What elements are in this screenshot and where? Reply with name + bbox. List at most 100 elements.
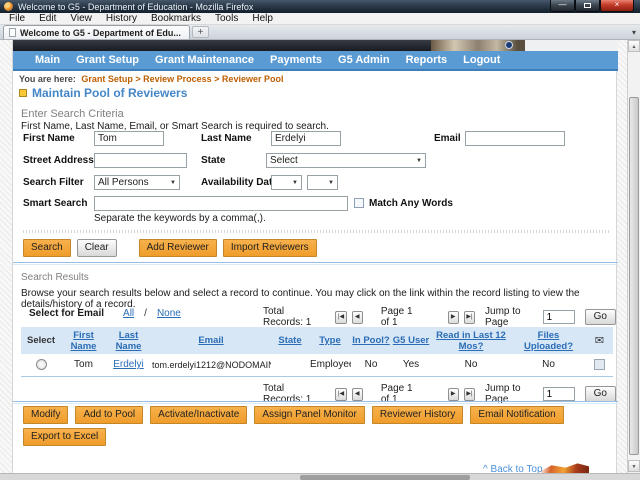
availability-month-select[interactable]: ▼ <box>271 175 302 190</box>
last-name-label: Last Name <box>201 133 252 144</box>
nav-item-payments[interactable]: Payments <box>262 54 330 66</box>
col-files-uploaded-header[interactable]: Files Uploaded? <box>511 327 586 354</box>
smart-search-hint: Separate the keywords by a comma(,). <box>94 213 266 224</box>
horizontal-scrollbar[interactable] <box>0 473 640 480</box>
tab-list-arrow-icon[interactable]: ▾ <box>632 28 636 37</box>
last-name-input[interactable] <box>271 131 341 146</box>
availability-day-select[interactable]: ▼ <box>307 175 338 190</box>
row-select-radio[interactable] <box>36 359 47 370</box>
window-title: Welcome to G5 - Department of Education … <box>18 2 253 12</box>
tab-title: Welcome to G5 - Department of Edu... <box>20 28 181 38</box>
page-title-icon <box>19 89 27 97</box>
first-page-button-top[interactable]: |◀ <box>335 311 346 324</box>
cell-type: Employee <box>309 354 351 376</box>
col-email-header[interactable]: Email <box>151 327 271 354</box>
tab-welcome-g5[interactable]: Welcome to G5 - Department of Edu... <box>3 25 190 39</box>
col-read-12-header[interactable]: Read in Last 12 Mos? <box>431 327 511 354</box>
last-name-link[interactable]: Erdelyi <box>113 359 144 370</box>
dotted-separator <box>23 230 611 233</box>
nav-item-g5-admin[interactable]: G5 Admin <box>330 54 398 66</box>
col-g5-user-header[interactable]: G5 User <box>391 327 431 354</box>
first-name-label: First Name <box>23 133 75 144</box>
separator-line <box>13 262 618 265</box>
nav-item-grant-maintenance[interactable]: Grant Maintenance <box>147 54 262 66</box>
maximize-button[interactable] <box>575 0 600 12</box>
col-type-header[interactable]: Type <box>309 327 351 354</box>
chevron-down-icon: ▼ <box>170 180 176 186</box>
prev-page-button-top[interactable]: ◀ <box>352 311 363 324</box>
nav-item-grant-setup[interactable]: Grant Setup <box>68 54 147 66</box>
results-table: Select First Name Last Name Email State … <box>21 327 613 377</box>
menu-edit[interactable]: Edit <box>32 13 63 25</box>
new-tab-button[interactable]: + <box>192 26 209 38</box>
chevron-down-icon: ▼ <box>328 180 334 186</box>
menu-help[interactable]: Help <box>245 13 280 25</box>
assign-panel-monitor-button[interactable]: Assign Panel Monitor <box>254 406 365 424</box>
close-button[interactable]: × <box>600 0 634 12</box>
modify-button[interactable]: Modify <box>23 406 68 424</box>
col-in-pool-header[interactable]: In Pool? <box>351 327 391 354</box>
select-for-email-label: Select for Email <box>29 308 104 319</box>
import-reviewers-button[interactable]: Import Reviewers <box>223 239 317 257</box>
cell-read-12: No <box>431 354 511 376</box>
scroll-up-icon[interactable]: ▲ <box>628 40 640 52</box>
search-button[interactable]: Search <box>23 239 71 257</box>
clear-button[interactable]: Clear <box>77 239 117 257</box>
email-input[interactable] <box>465 131 565 146</box>
match-any-words-checkbox[interactable] <box>354 198 364 208</box>
go-button-bottom[interactable]: Go <box>585 386 616 402</box>
separator-line <box>13 401 618 404</box>
breadcrumb-path[interactable]: Grant Setup > Review Process > Reviewer … <box>81 74 283 84</box>
col-first-name-header[interactable]: First Name <box>61 327 106 354</box>
next-page-button-bottom[interactable]: ▶ <box>448 388 459 401</box>
footer-decoration-image <box>537 461 589 473</box>
menu-bookmarks[interactable]: Bookmarks <box>144 13 208 25</box>
menu-view[interactable]: View <box>63 13 99 25</box>
cell-email: tom.erdelyi1212@NODOMAIN <box>151 354 271 376</box>
row-email-checkbox[interactable] <box>594 359 605 370</box>
last-page-button-bottom[interactable]: ▶| <box>464 388 475 401</box>
street-address-input[interactable] <box>94 153 187 168</box>
nav-item-main[interactable]: Main <box>27 54 68 66</box>
jump-to-page-label: Jump to Page <box>485 306 537 328</box>
jump-to-page-input-top[interactable] <box>543 310 575 324</box>
export-to-excel-button[interactable]: Export to Excel <box>23 428 106 446</box>
nav-item-logout[interactable]: Logout <box>455 54 508 66</box>
col-state-header[interactable]: State <box>271 327 309 354</box>
smart-search-input[interactable] <box>94 196 348 211</box>
scrollbar-thumb[interactable] <box>629 97 639 455</box>
first-page-button-bottom[interactable]: |◀ <box>335 388 346 401</box>
col-last-name-header[interactable]: Last Name <box>106 327 151 354</box>
vertical-scrollbar[interactable]: ▲ ▼ <box>627 40 640 473</box>
last-page-button-top[interactable]: ▶| <box>464 311 475 324</box>
minimize-button[interactable]: — <box>550 0 575 12</box>
first-name-input[interactable] <box>94 131 164 146</box>
cell-last-name: Erdelyi <box>106 354 151 376</box>
email-notification-button[interactable]: Email Notification <box>470 406 563 424</box>
availability-date-label: Availability Date <box>201 177 278 188</box>
jump-to-page-input-bottom[interactable] <box>543 387 575 401</box>
go-button-top[interactable]: Go <box>585 309 616 325</box>
select-all-link[interactable]: All <box>118 308 139 319</box>
activate-inactivate-button[interactable]: Activate/Inactivate <box>150 406 247 424</box>
menu-tools[interactable]: Tools <box>208 13 245 25</box>
prev-page-button-bottom[interactable]: ◀ <box>352 388 363 401</box>
total-records-label: Total Records: 1 <box>263 306 323 328</box>
search-filter-select[interactable]: All Persons ▼ <box>94 175 180 190</box>
horizontal-scrollbar-thumb[interactable] <box>300 475 470 480</box>
back-to-top-link[interactable]: ^ Back to Top <box>483 464 543 473</box>
state-select-value: Select <box>270 155 298 166</box>
smart-search-label: Smart Search <box>23 198 87 209</box>
scroll-down-icon[interactable]: ▼ <box>628 460 640 472</box>
add-reviewer-button[interactable]: Add Reviewer <box>139 239 217 257</box>
state-select[interactable]: Select ▼ <box>266 153 426 168</box>
nav-item-reports[interactable]: Reports <box>398 54 456 66</box>
next-page-button-top[interactable]: ▶ <box>448 311 459 324</box>
minimize-icon: — <box>559 0 567 9</box>
add-to-pool-button[interactable]: Add to Pool <box>75 406 143 424</box>
menu-file[interactable]: File <box>2 13 32 25</box>
select-none-link[interactable]: None <box>152 308 186 319</box>
reviewer-history-button[interactable]: Reviewer History <box>372 406 464 424</box>
breadcrumb-prefix: You are here: <box>19 74 76 84</box>
menu-history[interactable]: History <box>99 13 144 25</box>
